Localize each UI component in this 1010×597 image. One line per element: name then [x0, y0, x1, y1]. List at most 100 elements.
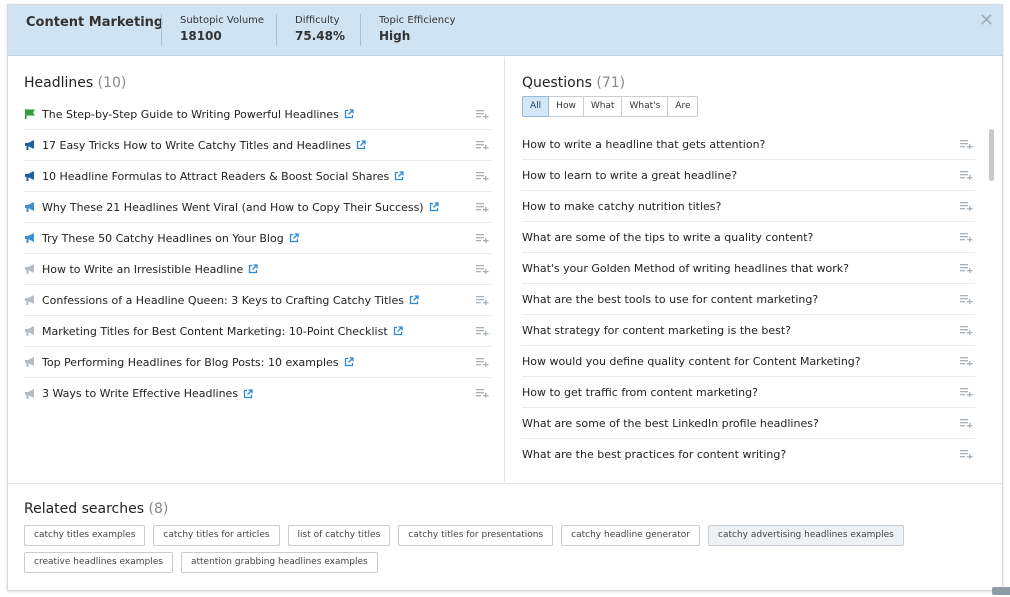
headline-link[interactable]: 3 Ways to Write Effective Headlines [42, 387, 238, 400]
add-to-list-icon[interactable] [960, 356, 973, 366]
questions-scrollbar[interactable] [989, 129, 994, 181]
related-search-tag[interactable]: attention grabbing headlines examples [180, 552, 378, 573]
add-to-list-icon[interactable] [476, 233, 489, 243]
related-search-tag[interactable]: creative headlines examples [24, 552, 173, 573]
tag-row: creative headlines examples attention gra… [24, 552, 984, 573]
questions-list: How to write a headline that gets attent… [522, 129, 975, 470]
headlines-title-text: Headlines [24, 75, 94, 91]
add-to-list-icon[interactable] [476, 357, 489, 367]
question-text[interactable]: What are some of the tips to write a qua… [522, 231, 813, 244]
external-link-icon[interactable] [393, 326, 403, 336]
add-to-list-icon[interactable] [960, 139, 973, 149]
question-text[interactable]: How to make catchy nutrition titles? [522, 200, 721, 213]
question-text[interactable]: What's your Golden Method of writing hea… [522, 262, 849, 275]
question-row: What's your Golden Method of writing hea… [522, 253, 975, 284]
headline-link[interactable]: The Step-by-Step Guide to Writing Powerf… [42, 108, 339, 121]
add-to-list-icon[interactable] [960, 325, 973, 335]
add-to-list-icon[interactable] [476, 202, 489, 212]
headline-row: How to Write an Irresistible Headline [24, 254, 491, 285]
headline-link[interactable]: How to Write an Irresistible Headline [42, 263, 243, 276]
headline-row: Marketing Titles for Best Content Market… [24, 316, 491, 347]
external-link-icon[interactable] [344, 109, 354, 119]
related-search-tag[interactable]: catchy titles for articles [153, 525, 280, 546]
headlines-title: Headlines (10) [24, 75, 126, 91]
add-to-list-icon[interactable] [476, 109, 489, 119]
headline-row: 10 Headline Formulas to Attract Readers … [24, 161, 491, 192]
add-to-list-icon[interactable] [960, 387, 973, 397]
add-to-list-icon[interactable] [960, 232, 973, 242]
add-to-list-icon[interactable] [476, 140, 489, 150]
stat-subtopic-volume: Subtopic Volume 18100 [161, 14, 264, 46]
headline-row: Try These 50 Catchy Headlines on Your Bl… [24, 223, 491, 254]
headline-row: 17 Easy Tricks How to Write Catchy Title… [24, 130, 491, 161]
headline-link[interactable]: Marketing Titles for Best Content Market… [42, 325, 388, 338]
add-to-list-icon[interactable] [960, 294, 973, 304]
question-text[interactable]: What are some of the best LinkedIn profi… [522, 417, 819, 430]
filter-all-button[interactable]: All [522, 96, 550, 117]
headline-link[interactable]: Top Performing Headlines for Blog Posts:… [42, 356, 339, 369]
topic-header: Content Marketing Subtopic Volume 18100 … [8, 5, 1002, 56]
external-link-icon[interactable] [356, 140, 366, 150]
question-text[interactable]: How to write a headline that gets attent… [522, 138, 765, 151]
external-link-icon[interactable] [394, 171, 404, 181]
related-tags: catchy titles examples catchy titles for … [24, 525, 984, 579]
close-icon[interactable]: ✕ [979, 10, 994, 31]
megaphone-icon [25, 109, 35, 119]
question-row: How to get traffic from content marketin… [522, 377, 975, 408]
external-link-icon[interactable] [243, 388, 253, 399]
add-to-list-icon[interactable] [960, 418, 973, 428]
headline-row: Top Performing Headlines for Blog Posts:… [24, 347, 491, 378]
questions-title-text: Questions [522, 75, 592, 91]
add-to-list-icon[interactable] [476, 326, 489, 336]
headline-link[interactable]: 17 Easy Tricks How to Write Catchy Title… [42, 139, 351, 152]
related-search-tag[interactable]: catchy titles examples [24, 525, 146, 546]
add-to-list-icon[interactable] [476, 295, 489, 305]
external-link-icon[interactable] [344, 357, 354, 367]
add-to-list-icon[interactable] [476, 264, 489, 274]
question-text[interactable]: What strategy for content marketing is t… [522, 324, 791, 337]
headline-row: The Step-by-Step Guide to Writing Powerf… [24, 99, 491, 130]
related-search-tag[interactable]: list of catchy titles [287, 525, 391, 546]
related-searches-section: Related searches (8) catchy titles examp… [8, 483, 1002, 590]
related-search-tag[interactable]: catchy headline generator [561, 525, 701, 546]
headline-link[interactable]: Try These 50 Catchy Headlines on Your Bl… [42, 232, 284, 245]
related-search-tag[interactable]: catchy advertising headlines examples [708, 525, 904, 546]
question-filter-group: All How What What's Are [522, 96, 699, 117]
filter-how-button[interactable]: How [548, 96, 584, 117]
add-to-list-icon[interactable] [960, 170, 973, 180]
questions-section: Questions (71) All How What What's Are How t… [506, 57, 1002, 482]
question-text[interactable]: What are the best tools to use for conte… [522, 293, 818, 306]
filter-are-button[interactable]: Are [667, 96, 699, 117]
question-text[interactable]: How would you define quality content for… [522, 355, 861, 368]
add-to-list-icon[interactable] [960, 201, 973, 211]
add-to-list-icon[interactable] [960, 449, 973, 459]
headline-link[interactable]: Why These 21 Headlines Went Viral (and H… [42, 201, 424, 214]
external-link-icon[interactable] [409, 295, 419, 305]
stat-value: 18100 [180, 29, 222, 43]
questions-title: Questions (71) [522, 75, 625, 91]
megaphone-icon [25, 295, 34, 305]
add-to-list-icon[interactable] [960, 263, 973, 273]
question-row: What are the best tools to use for conte… [522, 284, 975, 315]
question-text[interactable]: What are the best practices for content … [522, 448, 786, 461]
external-link-icon[interactable] [429, 202, 439, 212]
headline-row: Why These 21 Headlines Went Viral (and H… [24, 192, 491, 223]
headline-link[interactable]: Confessions of a Headline Queen: 3 Keys … [42, 294, 404, 307]
megaphone-icon [25, 140, 34, 150]
external-link-icon[interactable] [289, 233, 299, 243]
related-title: Related searches (8) [24, 501, 168, 517]
stat-label: Difficulty [295, 15, 340, 26]
related-search-tag[interactable]: catchy titles for presentations [398, 525, 554, 546]
headline-link[interactable]: 10 Headline Formulas to Attract Readers … [42, 170, 389, 183]
question-text[interactable]: How to get traffic from content marketin… [522, 386, 758, 399]
add-to-list-icon[interactable] [476, 388, 489, 398]
related-title-text: Related searches [24, 501, 145, 517]
filter-what-button[interactable]: What [582, 96, 623, 117]
stat-value: High [379, 29, 411, 43]
external-link-icon[interactable] [248, 264, 258, 274]
question-row: What are some of the tips to write a qua… [522, 222, 975, 253]
add-to-list-icon[interactable] [476, 171, 489, 181]
question-text[interactable]: How to learn to write a great headline? [522, 169, 737, 182]
tag-row: catchy titles examples catchy titles for … [24, 525, 984, 546]
filter-whats-button[interactable]: What's [621, 96, 669, 117]
